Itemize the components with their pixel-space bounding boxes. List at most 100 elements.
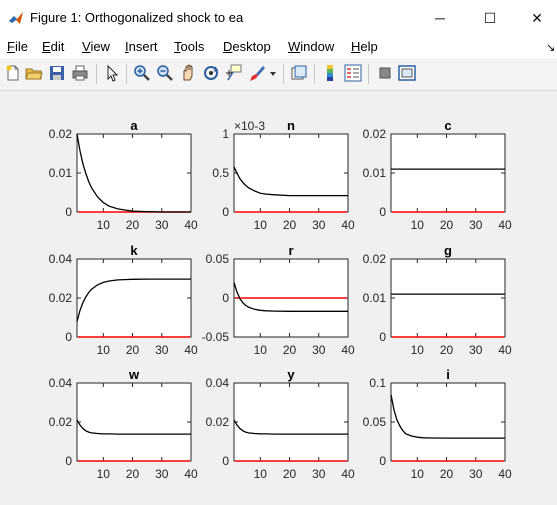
subplot-title-g: g (444, 243, 452, 258)
subplot-title-y: y (287, 367, 295, 382)
x-tick-label: 20 (126, 343, 140, 357)
brush-dropdown-icon (270, 72, 276, 76)
x-tick-label: 20 (283, 218, 297, 232)
zoom-in-button[interactable] (133, 64, 151, 82)
y-tick-label: 0 (222, 291, 229, 305)
y-tick-label: 0 (65, 205, 72, 219)
menu-tools[interactable]: Tools (174, 39, 204, 54)
x-tick-label: 30 (469, 343, 483, 357)
toolbar-separator (283, 64, 284, 84)
zoom-out-button[interactable] (156, 64, 174, 82)
print-button[interactable] (71, 64, 89, 82)
close-icon: ✕ (531, 9, 543, 26)
brush-button[interactable] (248, 64, 266, 82)
axes-a (76, 133, 192, 213)
y-tick-label: 0.05 (206, 252, 230, 266)
x-tick-label: 30 (469, 218, 483, 232)
axes-n (233, 133, 349, 213)
subplot-title-k: k (130, 243, 138, 258)
brush-dropdown-button[interactable] (268, 64, 278, 82)
menu-overflow-icon[interactable]: ↘ (546, 41, 555, 54)
show-plot-tools-button[interactable] (398, 64, 416, 82)
menu-desktop[interactable]: Desktop (223, 39, 271, 54)
data-cursor-icon (226, 64, 242, 81)
y-tick-label: 0.02 (206, 415, 230, 429)
menu-view[interactable]: View (82, 39, 110, 54)
y-tick-label: 0.05 (363, 415, 387, 429)
toolbar-separator (368, 64, 369, 84)
subplot-title-a: a (130, 118, 138, 133)
toolbar-separator (126, 64, 127, 84)
y-tick-label: 0.01 (49, 166, 73, 180)
hide-plot-tools-button[interactable] (376, 64, 394, 82)
minimize-button[interactable]: ─ (417, 0, 463, 36)
rotate-3d-button[interactable] (202, 64, 220, 82)
hide-plot-tools-icon (379, 67, 391, 79)
zoom-in-icon (134, 65, 150, 81)
link-plot-button[interactable] (290, 64, 308, 82)
open-file-button[interactable] (25, 64, 43, 82)
link-plot-icon (291, 65, 307, 80)
y-tick-label: -0.05 (202, 330, 230, 344)
x-tick-label: 10 (97, 467, 111, 481)
y-tick-label: 0.04 (206, 376, 230, 390)
x-tick-label: 10 (254, 467, 268, 481)
brush-icon (250, 66, 265, 81)
window-title: Figure 1: Orthogonalized shock to ea (30, 10, 244, 25)
axes-w (76, 382, 192, 462)
x-tick-label: 40 (341, 467, 355, 481)
x-tick-label: 30 (155, 218, 169, 232)
x-tick-label: 10 (254, 218, 268, 232)
save-icon (50, 66, 64, 80)
minimize-icon: ─ (435, 10, 445, 26)
x-tick-label: 40 (498, 218, 512, 232)
x-tick-label: 30 (155, 467, 169, 481)
legend-icon (344, 64, 362, 82)
new-figure-button[interactable] (4, 64, 22, 82)
toolbar-separator (314, 64, 315, 84)
menu-bar: File Edit View Insert Tools Desktop Wind… (0, 36, 557, 58)
menu-edit[interactable]: Edit (42, 39, 64, 54)
x-tick-label: 30 (312, 467, 326, 481)
y-tick-label: 0.02 (49, 291, 73, 305)
x-tick-label: 20 (126, 467, 140, 481)
menu-file[interactable]: File (7, 39, 28, 54)
x-tick-label: 20 (126, 218, 140, 232)
axes-k (76, 258, 192, 338)
x-tick-label: 10 (411, 467, 425, 481)
maximize-icon: ☐ (483, 9, 497, 26)
x-tick-label: 40 (184, 218, 198, 232)
exponent-label: ×10-3 (234, 119, 265, 133)
y-tick-label: 0 (222, 205, 229, 219)
select-arrow-button[interactable] (103, 64, 121, 82)
y-tick-label: 0.04 (49, 376, 73, 390)
save-button[interactable] (48, 64, 66, 82)
menu-insert[interactable]: Insert (125, 39, 158, 54)
title-bar: Figure 1: Orthogonalized shock to ea ─ ☐… (0, 0, 557, 36)
colorbar-button[interactable] (321, 64, 339, 82)
menu-help[interactable]: Help (351, 39, 378, 54)
pan-hand-button[interactable] (179, 64, 197, 82)
new-figure-icon (6, 65, 19, 81)
legend-button[interactable] (344, 64, 362, 82)
y-tick-label: 0.01 (363, 166, 387, 180)
x-tick-label: 40 (341, 218, 355, 232)
close-button[interactable]: ✕ (514, 0, 557, 36)
x-tick-label: 20 (440, 467, 454, 481)
y-tick-label: 0 (379, 330, 386, 344)
menu-window[interactable]: Window (288, 39, 334, 54)
x-tick-label: 10 (97, 343, 111, 357)
x-tick-label: 30 (469, 467, 483, 481)
y-tick-label: 0 (379, 454, 386, 468)
x-tick-label: 10 (411, 218, 425, 232)
figure-canvas: a 0 0.01 0.02 10 20 30 40 n ×10-3 0 0.5 1 10 20 30 40 c 0 0… (0, 91, 557, 505)
toolbar-separator (96, 64, 97, 84)
y-tick-label: 0.02 (363, 127, 387, 141)
subplot-title-i: i (446, 367, 450, 382)
maximize-button[interactable]: ☐ (467, 0, 513, 36)
y-tick-label: 0 (222, 454, 229, 468)
x-tick-label: 40 (498, 343, 512, 357)
data-cursor-button[interactable] (225, 64, 243, 82)
y-tick-label: 0.02 (363, 252, 387, 266)
axes-y (233, 382, 349, 462)
